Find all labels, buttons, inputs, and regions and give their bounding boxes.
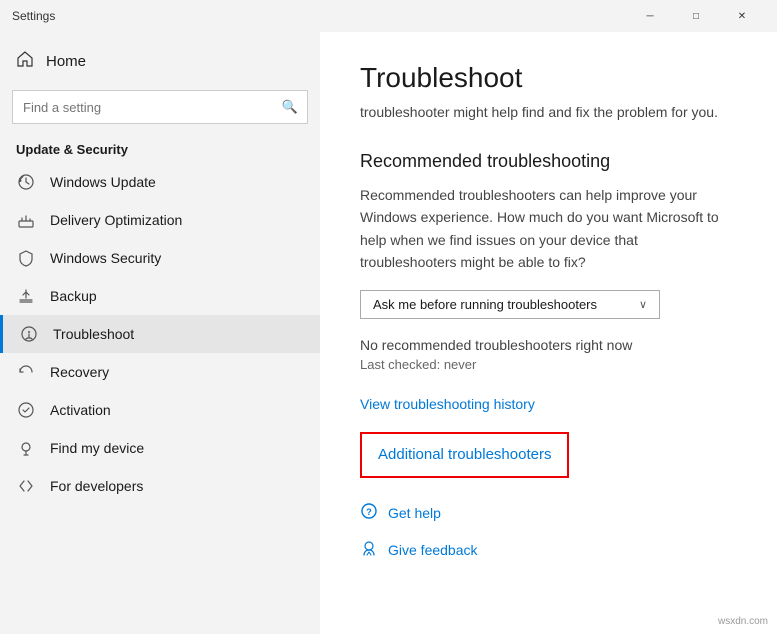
- activation-icon: [16, 401, 36, 419]
- windows-security-icon: [16, 249, 36, 267]
- search-icon: 🔍: [282, 99, 298, 115]
- recommended-title: Recommended troubleshooting: [360, 151, 737, 172]
- backup-icon: [16, 287, 36, 305]
- content-intro: troubleshooter might help find and fix t…: [360, 102, 737, 123]
- maximize-button[interactable]: □: [673, 0, 719, 32]
- sidebar-item-home[interactable]: Home: [0, 40, 320, 82]
- get-help-item[interactable]: ? Get help: [360, 502, 737, 525]
- troubleshoot-label: Troubleshoot: [53, 326, 134, 342]
- troubleshooter-dropdown[interactable]: Ask me before running troubleshooters ∨: [360, 290, 660, 319]
- help-links: ? Get help Give feedback: [360, 502, 737, 562]
- delivery-optimization-icon: [16, 211, 36, 229]
- sidebar: Home 🔍 Update & Security Windows Update: [0, 32, 320, 634]
- no-troubleshooters-text: No recommended troubleshooters right now: [360, 337, 737, 353]
- sidebar-item-troubleshoot[interactable]: Troubleshoot: [0, 315, 320, 353]
- chevron-down-icon: ∨: [639, 298, 647, 311]
- get-help-icon: ?: [360, 502, 378, 525]
- sidebar-item-windows-update[interactable]: Windows Update: [0, 163, 320, 201]
- title-bar: Settings ─ □ ✕: [0, 0, 777, 32]
- dropdown-label: Ask me before running troubleshooters: [373, 297, 597, 312]
- sidebar-item-for-developers[interactable]: For developers: [0, 467, 320, 505]
- app-title: Settings: [12, 9, 627, 23]
- last-checked-text: Last checked: never: [360, 357, 737, 372]
- sidebar-item-recovery[interactable]: Recovery: [0, 353, 320, 391]
- get-help-link[interactable]: Get help: [388, 505, 441, 521]
- history-link[interactable]: View troubleshooting history: [360, 396, 535, 412]
- close-button[interactable]: ✕: [719, 0, 765, 32]
- give-feedback-item[interactable]: Give feedback: [360, 539, 737, 562]
- windows-update-label: Windows Update: [50, 174, 156, 190]
- recommended-desc: Recommended troubleshooters can help imp…: [360, 184, 737, 274]
- give-feedback-link[interactable]: Give feedback: [388, 542, 478, 558]
- sidebar-search: 🔍: [12, 90, 308, 124]
- recovery-icon: [16, 363, 36, 381]
- recovery-label: Recovery: [50, 364, 109, 380]
- additional-troubleshooters-box[interactable]: Additional troubleshooters: [360, 432, 569, 478]
- main-content: Troubleshoot troubleshooter might help f…: [320, 32, 777, 634]
- activation-label: Activation: [50, 402, 111, 418]
- troubleshoot-icon: [19, 325, 39, 343]
- for-developers-icon: [16, 477, 36, 495]
- home-label: Home: [46, 53, 86, 70]
- find-my-device-label: Find my device: [50, 440, 144, 456]
- for-developers-label: For developers: [50, 478, 143, 494]
- sidebar-item-windows-security[interactable]: Windows Security: [0, 239, 320, 277]
- sidebar-item-backup[interactable]: Backup: [0, 277, 320, 315]
- home-icon: [16, 50, 34, 72]
- give-feedback-icon: [360, 539, 378, 562]
- sidebar-item-activation[interactable]: Activation: [0, 391, 320, 429]
- svg-text:?: ?: [366, 507, 372, 517]
- window-controls: ─ □ ✕: [627, 0, 765, 32]
- search-input[interactable]: [12, 90, 308, 124]
- delivery-optimization-label: Delivery Optimization: [50, 212, 182, 228]
- sidebar-item-delivery-optimization[interactable]: Delivery Optimization: [0, 201, 320, 239]
- additional-troubleshooters-link[interactable]: Additional troubleshooters: [378, 446, 551, 463]
- windows-security-label: Windows Security: [50, 250, 161, 266]
- find-my-device-icon: [16, 439, 36, 457]
- windows-update-icon: [16, 173, 36, 191]
- app-container: Home 🔍 Update & Security Windows Update: [0, 32, 777, 634]
- page-title: Troubleshoot: [360, 62, 737, 94]
- sidebar-section-title: Update & Security: [0, 132, 320, 163]
- sidebar-item-find-my-device[interactable]: Find my device: [0, 429, 320, 467]
- minimize-button[interactable]: ─: [627, 0, 673, 32]
- backup-label: Backup: [50, 288, 97, 304]
- watermark: wsxdn.com: [715, 615, 771, 628]
